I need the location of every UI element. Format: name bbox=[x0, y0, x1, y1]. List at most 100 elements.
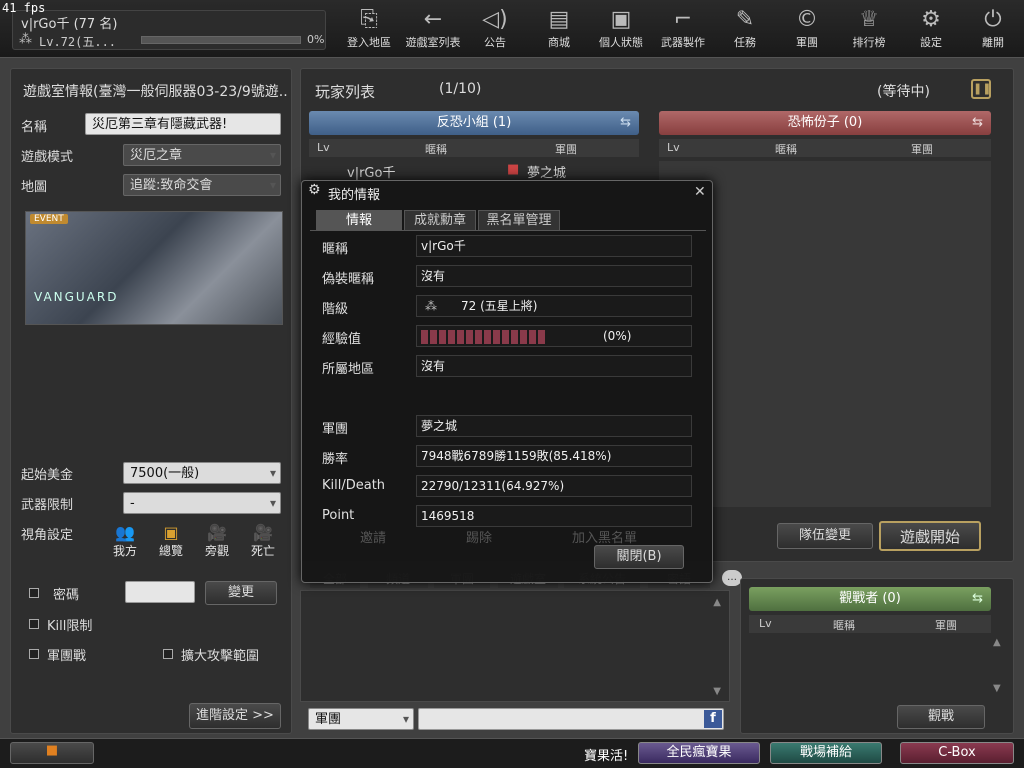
view-option-death[interactable]: 🎥 死亡 bbox=[243, 523, 283, 559]
scroll-up-icon[interactable]: ▲ bbox=[713, 597, 721, 608]
exp-bar: (0%) bbox=[416, 325, 692, 347]
lottery-label: 寶果活! bbox=[584, 749, 629, 764]
view-option-spectate[interactable]: 🎥 旁觀 bbox=[197, 523, 237, 559]
death-camera-icon: 🎥 bbox=[253, 523, 273, 542]
player-level: Lv.72(五... bbox=[39, 35, 117, 49]
chat-channel-select[interactable]: 軍團 bbox=[308, 708, 414, 730]
login-region-icon: ⎘ bbox=[360, 7, 378, 32]
nav-button-2[interactable]: ◁) 公告 bbox=[466, 4, 524, 54]
player-row[interactable]: v|rGo千 ■ 夢之城 bbox=[309, 161, 639, 181]
nav-button-10[interactable]: ⏻ 離開 bbox=[964, 4, 1022, 54]
weapon-limit-select[interactable]: - bbox=[123, 492, 281, 514]
nav-button-3[interactable]: ▤ 商城 bbox=[530, 4, 588, 54]
nav-button-6[interactable]: ✎ 任務 bbox=[716, 4, 774, 54]
team-t-header[interactable]: 恐怖份子 (0) ⇆ bbox=[659, 111, 991, 135]
exp-bar-segments bbox=[421, 329, 547, 344]
tab-achievements[interactable]: 成就勳章 bbox=[404, 210, 476, 230]
advanced-settings-button[interactable]: 進階設定 >> bbox=[189, 703, 281, 729]
nav-label: 軍團 bbox=[796, 36, 818, 49]
team-change-button[interactable]: 隊伍變更 bbox=[777, 523, 873, 549]
expand-attack-checkbox[interactable] bbox=[163, 649, 173, 659]
nav-label: 武器製作 bbox=[661, 36, 705, 49]
camera-icon: 🎥 bbox=[207, 523, 227, 542]
view-option-team[interactable]: 👥 我方 bbox=[105, 523, 145, 559]
nav-button-1[interactable]: ← 遊戲室列表 bbox=[404, 4, 462, 54]
view-options: 👥 我方 ▣ 總覽 🎥 旁觀 🎥 死亡 bbox=[105, 523, 285, 567]
map-label: 地圖 bbox=[21, 180, 48, 195]
start-game-button[interactable]: 遊戲開始 bbox=[879, 521, 981, 551]
add-blacklist-button: 加入黑名單 bbox=[572, 531, 638, 546]
kill-limit-checkbox[interactable] bbox=[29, 619, 39, 629]
tab-blacklist[interactable]: 黑名單管理 bbox=[478, 210, 560, 230]
nav-button-0[interactable]: ⎘ 登入地區 bbox=[340, 4, 398, 54]
info-row-nickname: 暱稱 v|rGo千 bbox=[310, 233, 706, 261]
fps-counter: 41 fps bbox=[2, 1, 46, 15]
mission-icon: ✎ bbox=[735, 7, 755, 32]
swap-team-icon[interactable]: ⇆ bbox=[972, 111, 983, 135]
room-name-field[interactable]: 災厄第三章有隱藏武器! bbox=[85, 113, 281, 135]
profile-summary[interactable]: v|rGo千 (77 名) ⁂ Lv.72(五... 0% bbox=[12, 10, 326, 50]
facebook-icon[interactable]: f bbox=[704, 710, 722, 728]
exp-segment bbox=[484, 329, 491, 344]
exp-segment bbox=[529, 329, 536, 344]
top-bar: v|rGo千 (77 名) ⁂ Lv.72(五... 0% ⎘ 登入地區 ← 遊戲室列… bbox=[0, 0, 1024, 58]
team-ct-header[interactable]: 反恐小組 (1) ⇆ bbox=[309, 111, 639, 135]
spectator-header[interactable]: 觀戰者 (0) ⇆ bbox=[749, 587, 991, 611]
swap-team-icon[interactable]: ⇆ bbox=[972, 587, 983, 611]
map-select[interactable]: 追蹤:致命交會 bbox=[123, 174, 281, 196]
chat-log[interactable]: ▲ ▼ bbox=[300, 590, 730, 702]
nav-button-9[interactable]: ⚙ 設定 bbox=[902, 4, 960, 54]
back-arrow-icon: ← bbox=[423, 7, 443, 32]
password-checkbox[interactable] bbox=[29, 588, 39, 598]
scroll-down-icon[interactable]: ▼ bbox=[713, 686, 721, 697]
clan-war-checkbox[interactable] bbox=[29, 649, 39, 659]
exp-segment bbox=[457, 329, 464, 344]
chat-input[interactable] bbox=[418, 708, 724, 730]
game-lobby-screen: v|rGo千 (77 名) ⁂ Lv.72(五... 0% ⎘ 登入地區 ← 遊戲室列… bbox=[0, 0, 1024, 768]
lottery-button[interactable]: 全民瘋寶果 bbox=[638, 742, 760, 764]
info-row-exp: 經驗值 (0%) bbox=[310, 323, 706, 351]
info-row-disguise: 偽裝暱稱 沒有 bbox=[310, 263, 706, 291]
info-row-rank: 階級 ⁂ 72 (五星上將) bbox=[310, 293, 706, 321]
nav-button-8[interactable]: ♕ 排行榜 bbox=[840, 4, 898, 54]
player-row-clan: 夢之城 bbox=[527, 166, 567, 181]
team-ct-columns: Lv 暱稱 軍團 bbox=[309, 139, 639, 157]
nav-label: 個人狀態 bbox=[599, 36, 643, 49]
info-row-clan: 軍團 夢之城 bbox=[310, 413, 706, 441]
exp-segment bbox=[502, 329, 509, 344]
battle-supply-button[interactable]: 戰場補給 bbox=[770, 742, 882, 764]
chat-bubble-icon[interactable]: … bbox=[722, 570, 742, 586]
nav-button-4[interactable]: ▣ 個人狀態 bbox=[592, 4, 650, 54]
room-info-panel: 遊戲室情報(臺灣一般伺服器03-23/9號遊... 名稱 災厄第三章有隱藏武器!… bbox=[10, 68, 292, 734]
nav-label: 商城 bbox=[548, 36, 570, 49]
nav-button-7[interactable]: © 軍團 bbox=[778, 4, 836, 54]
view-option-overview[interactable]: ▣ 總覽 bbox=[151, 523, 191, 559]
room-info-title: 遊戲室情報(臺灣一般伺服器03-23/9號遊... bbox=[23, 84, 289, 100]
close-icon[interactable]: ✕ bbox=[694, 184, 706, 200]
tab-divider bbox=[310, 230, 706, 231]
spectate-button[interactable]: 觀戰 bbox=[897, 705, 985, 729]
rank-emblem-icon: ⁂ bbox=[19, 32, 32, 47]
password-input[interactable] bbox=[125, 581, 195, 603]
tab-info[interactable]: 情報 bbox=[316, 210, 402, 230]
clan-emblem-icon: ■ bbox=[507, 162, 520, 177]
info-row-kd: Kill/Death 22790/12311(64.927%) bbox=[310, 473, 706, 501]
scroll-up-icon[interactable]: ▲ bbox=[993, 637, 1001, 648]
swap-team-icon[interactable]: ⇆ bbox=[620, 111, 631, 135]
exp-percent: (0%) bbox=[603, 329, 632, 343]
info-row-region: 所屬地區 沒有 bbox=[310, 353, 706, 381]
exp-segment bbox=[430, 329, 437, 344]
nav-button-5[interactable]: ⌐ 武器製作 bbox=[654, 4, 712, 54]
overview-icon: ▣ bbox=[163, 523, 179, 542]
inventory-button[interactable]: ■ bbox=[10, 742, 94, 764]
player-count: (1/10) bbox=[439, 81, 482, 97]
scroll-down-icon[interactable]: ▼ bbox=[993, 683, 1001, 694]
game-mode-select[interactable]: 災厄之章 bbox=[123, 144, 281, 166]
cbox-button[interactable]: C-Box bbox=[900, 742, 1014, 764]
dialog-title: 我的情報 bbox=[328, 188, 381, 203]
change-password-button[interactable]: 變更 bbox=[205, 581, 277, 605]
start-money-select[interactable]: 7500(一般) bbox=[123, 462, 281, 484]
close-dialog-button[interactable]: 關閉(B) bbox=[594, 545, 684, 569]
pause-icon[interactable]: ❚❚ bbox=[971, 79, 991, 99]
rank-emblem-icon: ⁂ bbox=[425, 299, 437, 313]
